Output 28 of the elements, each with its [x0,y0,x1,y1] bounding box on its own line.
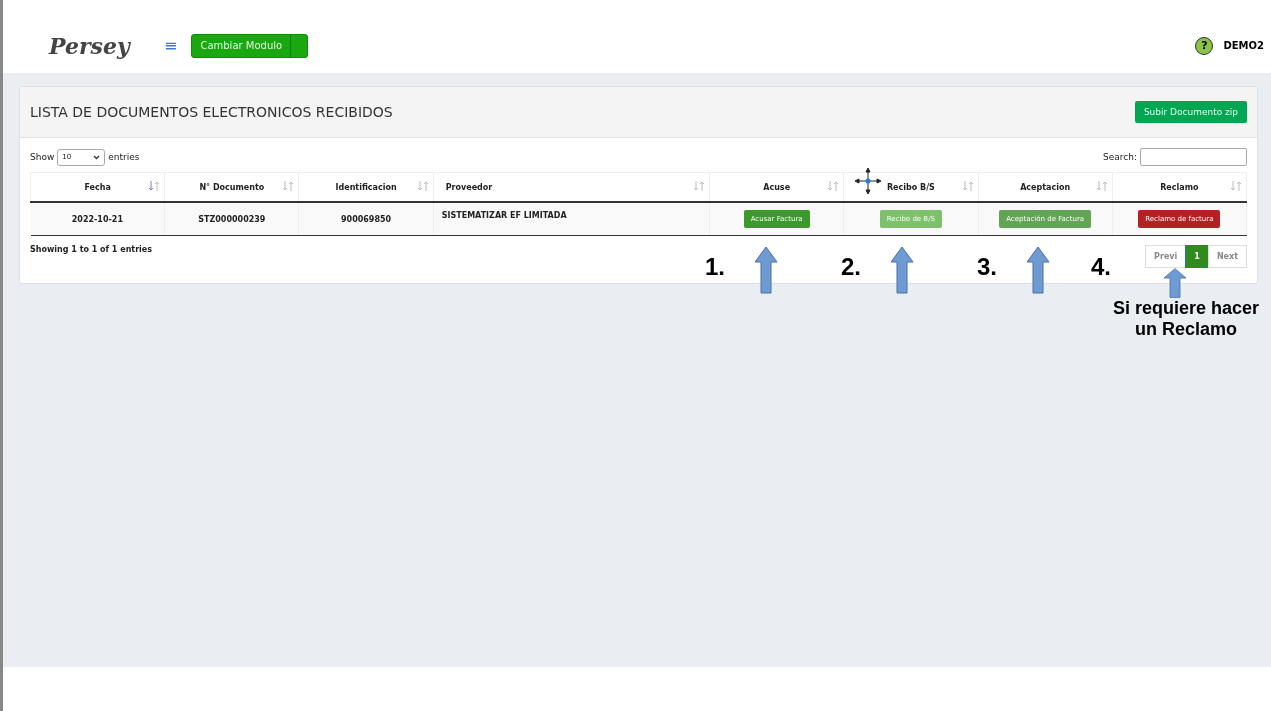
entries-info: Showing 1 to 1 of 1 entries [30,245,153,256]
username: DEMO2 [1223,40,1264,51]
callout-text: Si requiere hacer un Reclamo [1111,298,1261,340]
logo: Persey [49,32,132,59]
show-label: Show [30,152,55,162]
table-cell: 900069850 [298,202,434,236]
up-arrow-icon [1026,246,1050,294]
up-arrow-icon [890,246,914,294]
up-arrow-icon [754,246,778,294]
step-number: 1. [705,253,725,281]
step-number: 4. [1091,253,1111,281]
menu-icon[interactable]: ≡ [164,36,178,55]
table-cell: SISTEMATIZAR EF LIMITADA [433,202,710,236]
entries-label: entries [108,152,140,162]
move-cursor-icon [854,167,882,195]
pagination-button[interactable]: 1 [1185,245,1209,268]
chevron-icon [93,154,101,160]
search-field[interactable] [1140,148,1247,166]
help-button[interactable]: ? [1195,36,1214,55]
pagination-button[interactable]: Next [1207,245,1247,268]
step-number: 3. [977,253,997,281]
up-arrow-icon [1163,268,1187,298]
card-title: LISTA DE DOCUMENTOS ELECTRONICOS RECIBIDOS [30,104,393,120]
step-number: 2. [841,253,861,281]
pagination-button[interactable]: Previ [1145,245,1187,268]
search-label: Search: [1103,152,1137,162]
table-cell: STZ000000239 [164,202,299,236]
table-cell: 2022-10-21 [30,202,165,236]
